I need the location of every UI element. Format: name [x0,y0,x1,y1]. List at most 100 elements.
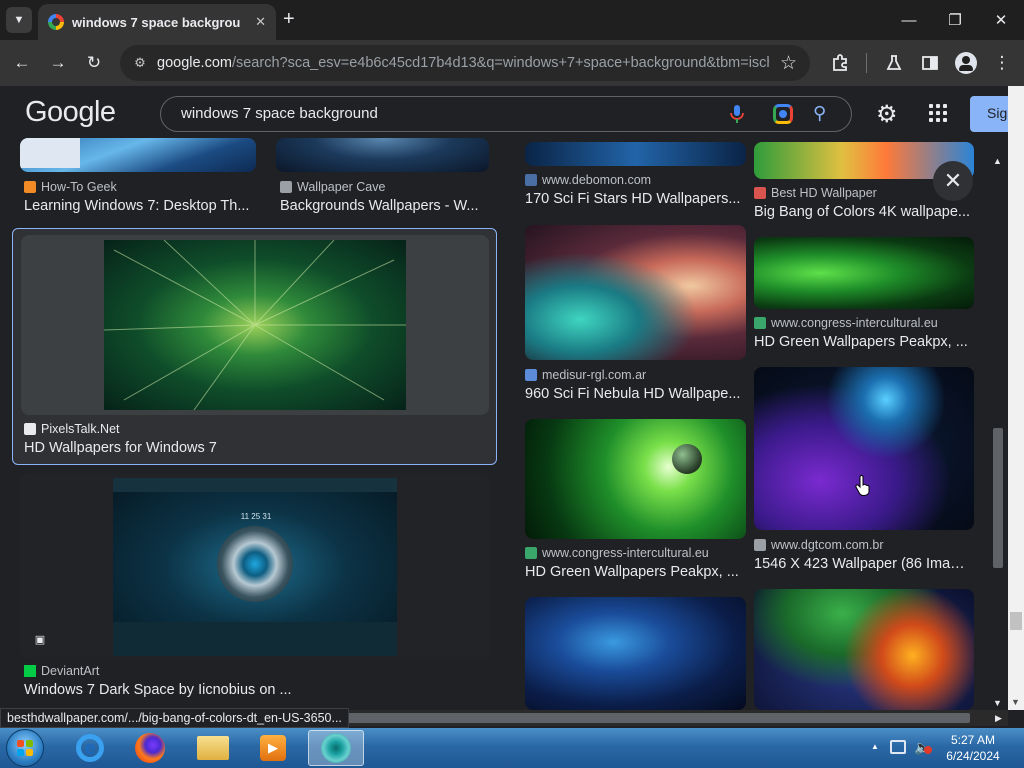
result-source[interactable]: DeviantArt [24,664,99,678]
result-thumbnail[interactable]: 11 25 31 [113,478,397,656]
result-thumbnail[interactable] [754,367,974,530]
tab-search-chevron-icon[interactable]: ▼ [6,7,32,33]
result-source[interactable]: medisur-rgl.com.ar [525,368,646,382]
close-preview-button[interactable]: ✕ [933,161,973,201]
result-thumbnail[interactable] [525,419,746,539]
scroll-right-arrow-icon[interactable]: ▶ [995,713,1002,724]
start-button[interactable] [6,729,44,767]
google-logo[interactable]: Google [25,96,116,129]
back-icon[interactable]: ← [11,52,33,74]
result-title[interactable]: Big Bang of Colors 4K wallpape... [754,204,970,220]
thumbnail-panel-bar [113,622,397,656]
result-title[interactable]: Learning Windows 7: Desktop Th... [24,198,256,214]
result-source[interactable]: www.congress-intercultural.eu [525,546,709,560]
taskbar-media-player[interactable]: ▶ [245,730,301,766]
result-title[interactable]: Windows 7 Dark Space by Iicnobius on ... [24,682,324,698]
result-source[interactable]: Best HD Wallpaper [754,186,877,200]
source-favicon-icon [24,423,36,435]
result-title[interactable]: Backgrounds Wallpapers - W... [280,198,490,214]
result-source[interactable]: PixelsTalk.Net [24,422,120,436]
link-status-bubble: besthdwallpaper.com/.../big-bang-of-colo… [0,708,349,728]
new-tab-button[interactable]: + [283,9,295,29]
labs-flask-icon[interactable] [883,52,905,74]
minimize-icon[interactable]: — [894,8,924,32]
tab-title: windows 7 space background [72,14,240,30]
search-icon[interactable]: ⚲ [813,103,826,124]
result-thumbnail[interactable] [20,138,256,172]
firefox-icon [135,733,165,763]
thumbnail-clock-text: 11 25 31 [240,512,272,521]
active-tab[interactable]: windows 7 space background ✕ [38,4,276,40]
result-thumbnail[interactable] [754,589,974,710]
horizontal-scrollbar-thumb[interactable] [340,713,970,723]
microphone-icon[interactable] [729,104,745,124]
result-thumbnail[interactable] [104,240,406,410]
google-lens-icon[interactable] [773,104,793,124]
result-source[interactable]: How-To Geek [24,180,117,194]
extensions-icon[interactable] [829,52,851,74]
reload-icon[interactable]: ↻ [83,52,105,74]
tray-time: 5:27 AM [950,733,996,747]
source-favicon-icon [754,187,766,199]
taskbar-firefox[interactable] [122,730,178,766]
bookmark-star-icon[interactable]: ☆ [780,52,797,75]
folder-icon [197,736,229,760]
warp-lines-graphic [104,240,406,410]
source-favicon-icon [525,547,537,559]
source-favicon-icon [24,181,36,193]
result-source[interactable]: www.debomon.com [525,173,651,187]
result-thumbnail[interactable] [276,138,489,172]
result-title[interactable]: 1546 X 423 Wallpaper (86 Imag... [754,556,970,572]
volume-error-badge [924,746,932,754]
taskbar-chrome-active[interactable] [308,730,364,766]
result-thumbnail[interactable] [525,142,746,166]
page-scrollbar-thumb[interactable] [1010,612,1022,630]
result-title[interactable]: HD Wallpapers for Windows 7 [24,440,484,456]
thumbnail-orb-graphic [217,526,293,602]
result-title[interactable]: HD Green Wallpapers Peakpx, ... [525,564,743,580]
browser-app-icon [321,733,351,763]
result-title[interactable]: 170 Sci Fi Stars HD Wallpapers... [525,191,743,207]
result-thumbnail[interactable] [525,597,746,710]
thumbnail-dock-bar [113,478,397,492]
address-url[interactable]: google.com/search?sca_esv=e4b6c45cd17b4d… [157,53,769,73]
result-title[interactable]: 960 Sci Fi Nebula HD Wallpape... [525,386,743,402]
page-scroll-down-icon[interactable]: ▼ [1011,697,1020,707]
result-source[interactable]: www.dgtcom.com.br [754,538,884,552]
taskbar-internet-explorer[interactable]: e [62,730,118,766]
source-favicon-icon [754,539,766,551]
source-favicon-icon [280,181,292,193]
result-source[interactable]: Wallpaper Cave [280,180,385,194]
result-title[interactable]: HD Green Wallpapers Peakpx, ... [754,334,970,350]
image-badge-icon: ▣ [34,633,46,646]
internet-explorer-icon: e [76,734,104,762]
window-close-icon[interactable]: ✕ [986,8,1016,32]
site-info-icon[interactable]: ⚙ [130,53,150,73]
tray-expand-icon[interactable]: ▲ [871,742,879,751]
taskbar-file-explorer[interactable] [185,730,241,766]
source-favicon-icon [525,174,537,186]
result-thumbnail[interactable] [525,225,746,360]
toolbar-divider [866,53,867,73]
settings-gear-icon[interactable]: ⚙ [876,100,898,129]
browser-menu-icon[interactable]: ⋮ [991,52,1013,74]
media-player-icon: ▶ [260,735,286,761]
google-apps-grid-icon[interactable] [929,104,947,122]
url-path: /search?sca_esv=e4b6c45cd17b4d13&q=windo… [231,55,769,71]
search-query[interactable]: windows 7 space background [181,105,378,122]
results-scrollbar-thumb[interactable] [993,428,1003,568]
result-source[interactable]: www.congress-intercultural.eu [754,316,938,330]
network-icon[interactable] [890,740,906,754]
source-favicon-icon [24,665,36,677]
scroll-up-arrow-icon[interactable]: ▲ [993,156,1002,166]
restore-icon[interactable]: ❐ [940,8,970,32]
profile-avatar-icon[interactable] [955,52,977,74]
result-thumbnail[interactable] [754,237,974,309]
hand-cursor-icon [855,475,870,496]
tray-clock[interactable]: 5:27 AM 6/24/2024 [940,732,1006,764]
side-panel-icon[interactable] [919,52,941,74]
tab-close-icon[interactable]: ✕ [255,14,266,30]
forward-icon[interactable]: → [47,52,69,74]
windows-logo-icon [17,740,33,756]
scroll-down-arrow-icon[interactable]: ▼ [993,698,1002,708]
